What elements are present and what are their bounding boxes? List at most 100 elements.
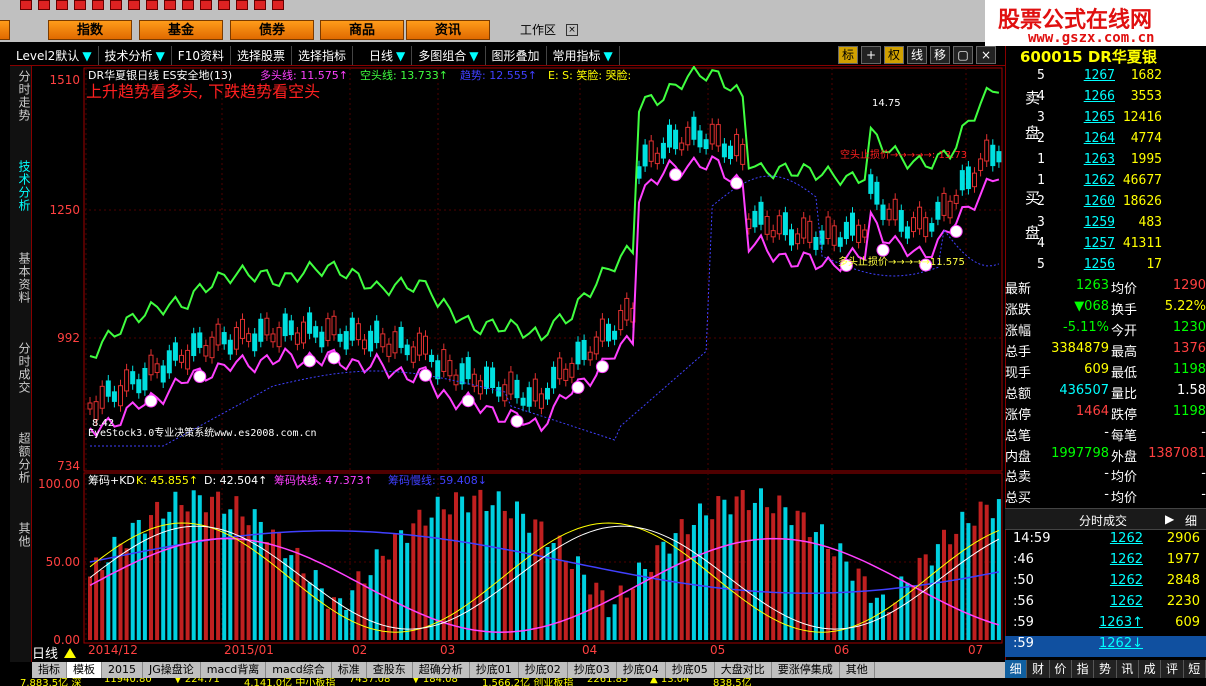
help-icon[interactable]	[272, 0, 284, 10]
bottom-tab[interactable]: 超确分析	[413, 662, 470, 678]
sub-bar	[777, 495, 782, 640]
tab-other[interactable]: 其他	[12, 522, 31, 548]
tool-icon[interactable]	[182, 0, 194, 10]
bottom-tab[interactable]: 其他	[840, 662, 875, 678]
toolbar-common-indicators[interactable]: 常用指标 ▼	[547, 46, 620, 65]
sell-order-row[interactable]: 1 1263 1995	[1005, 152, 1206, 173]
quote-tab-button[interactable]: 成	[1138, 660, 1162, 678]
stock-chart[interactable]: 1510 1250 992 734 100.00 50.00 0.00 DR华夏银日线 E…	[32, 66, 1005, 662]
menu-news-button[interactable]: 资讯	[406, 20, 490, 40]
workarea-label[interactable]: 工作区	[520, 20, 556, 40]
mode-crosshair-button[interactable]: +	[861, 46, 881, 64]
tool-icon[interactable]	[164, 0, 176, 10]
tool-icon[interactable]	[38, 0, 50, 10]
bottom-tab[interactable]: 抄底04	[617, 662, 666, 678]
stat-value: 609	[1084, 362, 1109, 377]
toolbar-f10[interactable]: F10资料	[172, 46, 231, 65]
buy-order-row[interactable]: 5 1256 17	[1005, 257, 1206, 278]
tick-row[interactable]: :50 1262 2848	[1005, 573, 1206, 594]
menu-bond-button[interactable]: 债券	[230, 20, 314, 40]
tab-intraday[interactable]: 分时走势	[12, 70, 31, 122]
quote-tab-button[interactable]: 讯	[1116, 660, 1139, 678]
toolbar-daily[interactable]: 日线 ▼	[353, 46, 413, 65]
toolbar-tech-analysis[interactable]: 技术分析 ▼	[99, 46, 172, 65]
quote-tab-button[interactable]: 细	[1005, 660, 1028, 678]
quote-tab-button[interactable]: 价	[1049, 660, 1072, 678]
tool-icon[interactable]	[200, 0, 212, 10]
bottom-tab[interactable]: 模板	[67, 662, 102, 678]
quote-tab-button[interactable]: 指	[1071, 660, 1095, 678]
buy-order-row[interactable]: 4 1257 41311	[1005, 236, 1206, 257]
menu-stock-button[interactable]: 股	[0, 20, 10, 40]
bottom-tab[interactable]: JG操盘论	[143, 662, 201, 678]
bottom-tab[interactable]: 指标	[32, 662, 67, 678]
sell-order-row[interactable]: 4 1266 3553	[1005, 89, 1206, 110]
sub-bar	[429, 517, 434, 640]
tool-icon[interactable]	[56, 0, 68, 10]
sell-order-row[interactable]: 5 1267 1682	[1005, 68, 1206, 89]
mode-window-button[interactable]: ▢	[953, 46, 973, 64]
buy-order-row[interactable]: 2 1260 18626	[1005, 194, 1206, 215]
buy-order-row[interactable]: 3 1259 483	[1005, 215, 1206, 236]
tool-icon[interactable]	[236, 0, 248, 10]
tab-fundamentals[interactable]: 基本资料	[12, 252, 31, 304]
mode-rights-button[interactable]: 权	[884, 46, 904, 64]
quote-tab-button[interactable]: 评	[1161, 660, 1184, 678]
menu-index-button[interactable]: 指数	[48, 20, 132, 40]
quote-tab-button[interactable]: 财	[1027, 660, 1050, 678]
bottom-tab[interactable]: 标准	[332, 662, 367, 678]
tab-technical[interactable]: 技术分析	[12, 160, 31, 212]
menu-fund-button[interactable]: 基金	[139, 20, 223, 40]
tool-icon[interactable]	[254, 0, 266, 10]
tick-row[interactable]: 14:59 1262 2906	[1005, 531, 1206, 552]
bottom-tab[interactable]: macd综合	[266, 662, 332, 678]
tab-excess[interactable]: 超额分析	[12, 432, 31, 484]
tick-row[interactable]: :46 1262 1977	[1005, 552, 1206, 573]
mode-line-button[interactable]: 线	[907, 46, 927, 64]
tool-icon[interactable]	[218, 0, 230, 10]
bottom-tab[interactable]: 抄底03	[568, 662, 617, 678]
legend-faces: E: S: 笑脸: 哭脸:	[548, 68, 631, 82]
bottom-tab[interactable]: macd背离	[201, 662, 267, 678]
tick-row[interactable]: :59 1262↓	[1005, 636, 1206, 657]
menu-commodity-button[interactable]: 商品	[320, 20, 404, 40]
bottom-tab[interactable]: 查股东	[367, 662, 413, 678]
tick-row[interactable]: :56 1262 2230	[1005, 594, 1206, 615]
sell-order-row[interactable]: 3 1265 12416	[1005, 110, 1206, 131]
close-icon[interactable]: ×	[566, 24, 578, 36]
bottom-tab[interactable]: 要涨停集成	[772, 662, 840, 678]
tool-icon[interactable]	[92, 0, 104, 10]
mode-mark-button[interactable]: 标	[838, 46, 858, 64]
sub-bar	[557, 535, 562, 640]
bottom-tab[interactable]: 抄底02	[519, 662, 568, 678]
bottom-tab[interactable]: 大盘对比	[715, 662, 772, 678]
toolbar-select-stock[interactable]: 选择股票	[231, 46, 292, 65]
tick-row[interactable]: :59 1263↑ 609	[1005, 615, 1206, 636]
tool-icon[interactable]	[20, 0, 32, 10]
tool-icon[interactable]	[128, 0, 140, 10]
toolbar-multi-chart[interactable]: 多图组合 ▼	[412, 46, 486, 65]
tab-trades[interactable]: 分时成交	[12, 342, 31, 394]
mode-move-button[interactable]: 移	[930, 46, 950, 64]
buy-order-row[interactable]: 1 1262 46677	[1005, 173, 1206, 194]
bottom-tab[interactable]: 2015	[102, 662, 143, 678]
tool-icon[interactable]	[146, 0, 158, 10]
play-icon[interactable]: ▶	[1165, 512, 1174, 526]
timeframe-label[interactable]: 日线	[32, 647, 58, 662]
toolbar-overlay[interactable]: 图形叠加	[486, 46, 547, 65]
tool-icon[interactable]	[110, 0, 122, 10]
bottom-tab[interactable]: 抄底05	[666, 662, 715, 678]
tool-icon[interactable]	[74, 0, 86, 10]
mode-close-button[interactable]: ×	[976, 46, 996, 64]
bottom-tab[interactable]: 抄底01	[470, 662, 519, 678]
toolbar-select-indicator[interactable]: 选择指标	[292, 46, 354, 65]
ticks-detail-button[interactable]: 细	[1185, 512, 1197, 529]
candle-body	[917, 206, 923, 230]
stat-row: 总额 436507 量比 1.58	[1005, 383, 1206, 404]
order-level: 4	[1037, 236, 1045, 251]
quote-tab-button[interactable]: 短	[1183, 660, 1206, 678]
sell-order-row[interactable]: 2 1264 4774	[1005, 131, 1206, 152]
candle-body	[972, 172, 977, 188]
toolbar-level2[interactable]: Level2默认 ▼	[10, 46, 99, 65]
quote-tab-button[interactable]: 势	[1094, 660, 1117, 678]
